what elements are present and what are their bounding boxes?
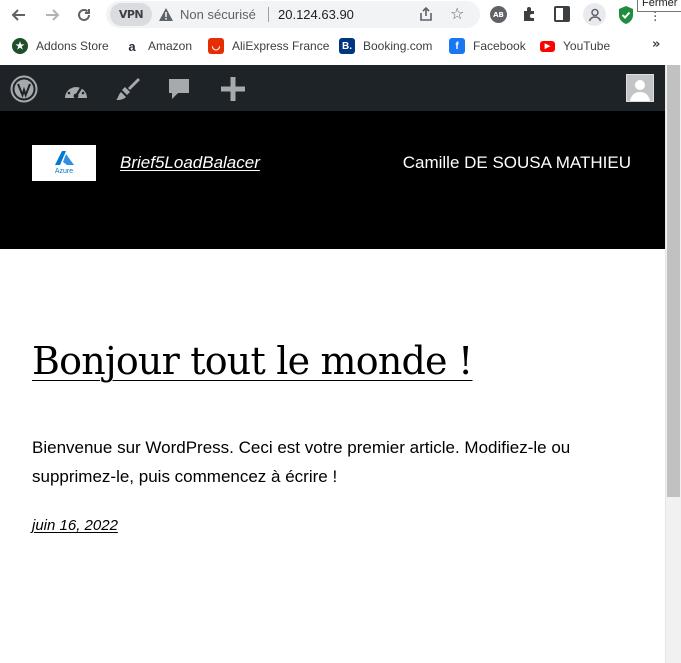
vpn-badge[interactable]: VPN [110,3,152,26]
bookmark-amazon[interactable]: a Amazon [124,37,192,55]
facebook-icon: f [449,38,465,54]
scrollbar-thumb[interactable] [667,65,680,497]
addons-store-icon: ★ [12,38,28,54]
amazon-icon: a [124,38,140,54]
post-title-link[interactable]: Bonjour tout le monde ! [32,339,473,383]
address-bar[interactable]: VPN Non sécurisé 20.124.63.90 ☆ [106,1,480,28]
security-status[interactable]: Non sécurisé [180,7,256,22]
main-content: Bonjour tout le monde ! Bienvenue sur Wo… [0,249,665,663]
share-icon[interactable] [418,6,434,22]
site-header: Azure Brief5LoadBalacer Camille DE SOUSA… [0,111,665,249]
reload-icon[interactable] [73,4,95,26]
star-icon[interactable]: ☆ [450,5,464,23]
bookmark-label: AliExpress France [232,39,330,53]
page-scrollbar[interactable] [665,65,681,663]
bookmarks-overflow-button[interactable]: » [652,37,660,52]
bookmarks-bar: ★ Addons Store a Amazon ◡ AliExpress Fra… [0,31,681,61]
bookmark-aliexpress[interactable]: ◡ AliExpress France [208,37,329,55]
aliexpress-icon: ◡ [208,38,224,54]
new-content-plus-icon[interactable] [218,74,248,104]
url-separator [268,7,269,22]
booking-icon: B. [339,38,355,54]
back-arrow-icon[interactable] [8,4,30,26]
bookmark-label: Amazon [148,39,193,53]
dashboard-gauge-icon[interactable] [61,74,91,104]
wp-admin-bar [0,65,665,111]
customize-brush-icon[interactable] [112,74,142,104]
puzzle-icon[interactable] [521,5,539,23]
bookmark-label: Addons Store [36,39,109,53]
post-date-link[interactable]: juin 16, 2022 [32,517,118,534]
menu-dots-icon[interactable]: · · · [653,6,657,28]
youtube-icon: ▶ [540,40,555,52]
post-excerpt: Bienvenue sur WordPress. Ceci est votre … [32,438,571,486]
nav-item-author[interactable]: Camille DE SOUSA MATHIEU [403,153,631,173]
bookmark-label: Facebook [473,39,526,53]
forward-arrow-icon[interactable] [41,4,63,26]
site-logo[interactable]: Azure [32,145,96,181]
wordpress-logo-icon[interactable] [9,74,39,104]
close-tooltip: Fermer [637,0,681,12]
bookmark-label: Booking.com [363,39,433,53]
warning-icon[interactable] [158,7,174,22]
bookmark-label: YouTube [563,39,611,53]
azure-logo-icon [55,151,74,165]
extension-ab-icon[interactable]: AB [490,6,507,23]
browser-toolbar: VPN Non sécurisé 20.124.63.90 ☆ AB · · · F… [0,0,681,30]
side-panel-icon[interactable] [554,6,570,22]
shield-check-icon[interactable] [617,5,635,25]
profile-icon[interactable] [583,3,606,26]
logo-text: Azure [54,168,74,175]
bookmark-booking[interactable]: B. Booking.com [339,37,432,55]
bookmark-addons-store[interactable]: ★ Addons Store [12,37,109,55]
bookmark-facebook[interactable]: f Facebook [449,37,526,55]
url-text[interactable]: 20.124.63.90 [278,7,354,22]
site-title-link[interactable]: Brief5LoadBalacer [120,153,260,173]
user-avatar[interactable] [626,74,654,102]
comments-icon[interactable] [164,74,194,104]
bookmark-youtube[interactable]: ▶ YouTube [540,37,610,55]
